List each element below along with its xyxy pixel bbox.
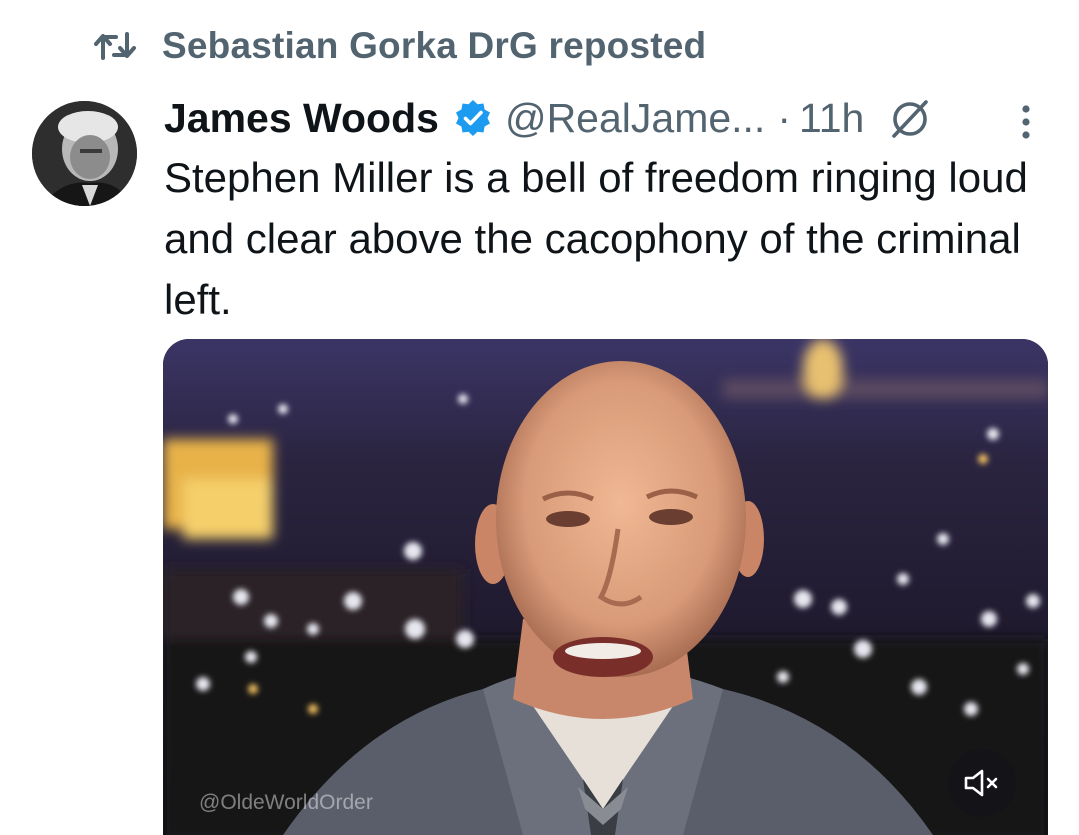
mute-button[interactable] (948, 749, 1016, 817)
verified-badge-icon (455, 100, 490, 136)
speaker-muted-icon (964, 769, 998, 797)
avatar[interactable] (32, 101, 137, 206)
repost-indicator[interactable]: Sebastian Gorka DrG reposted (94, 24, 706, 68)
more-options-icon[interactable] (1018, 104, 1034, 140)
grok-icon[interactable] (888, 96, 932, 140)
repost-icon (94, 32, 136, 60)
video-watermark: @OldeWorldOrder (199, 791, 373, 814)
author-handle[interactable]: @RealJame... (505, 95, 765, 142)
video-player[interactable]: @OldeWorldOrder (163, 339, 1048, 835)
tweet-header: James Woods @RealJame... · 11h (164, 92, 932, 144)
timestamp[interactable]: 11h (799, 95, 864, 142)
video-frame (163, 339, 1048, 835)
repost-label: Sebastian Gorka DrG reposted (162, 25, 707, 66)
avatar-image (32, 101, 137, 206)
tweet-text: Stephen Miller is a bell of freedom ring… (164, 154, 1028, 323)
separator-dot: · (777, 94, 791, 141)
author-name[interactable]: James Woods (164, 95, 439, 142)
